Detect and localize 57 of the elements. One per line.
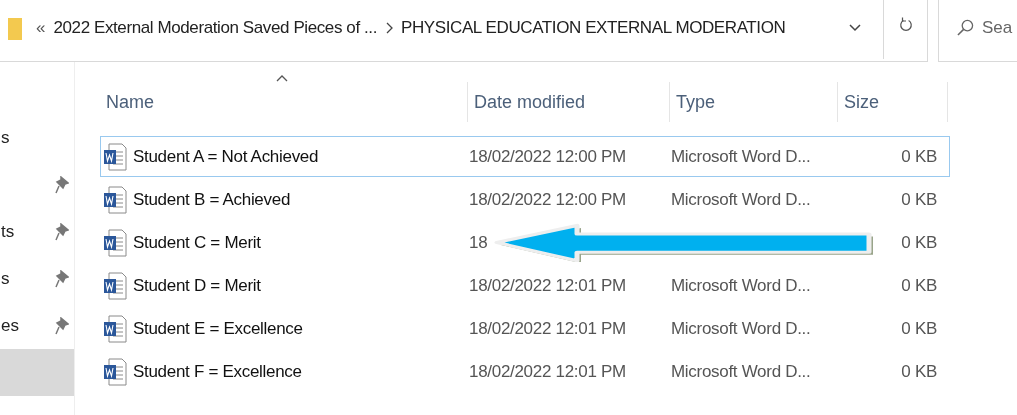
word-document-icon (103, 142, 127, 171)
file-row[interactable]: Student B = Achieved 18/02/2022 12:00 PM Microsoft Word D... 0 KB (100, 179, 950, 220)
chevron-right-icon (385, 21, 393, 34)
nav-item[interactable]: es (0, 302, 74, 349)
overflow-chevron[interactable]: « (36, 17, 46, 38)
file-size: 0 KB (901, 361, 937, 382)
nav-label: s (1, 268, 10, 289)
word-document-icon (103, 271, 127, 300)
breadcrumb[interactable]: PHYSICAL EDUCATION EXTERNAL MODERATION (401, 17, 786, 38)
address-bar[interactable]: « 2022 External Moderation Saved Pieces of ... PHYSICAL EDUCATION EXTERNAL MODERATION (0, 0, 928, 62)
file-name: Student F = Excellence (133, 361, 302, 382)
file-type: Microsoft Word D... (671, 146, 811, 167)
file-row[interactable]: Student C = Merit 18 0 KB (100, 222, 950, 263)
file-row[interactable]: Student D = Merit 18/02/2022 12:01 PM Microsoft Word D... 0 KB (100, 265, 950, 306)
file-size: 0 KB (901, 189, 937, 210)
date-modified: 18/02/2022 12:01 PM (469, 318, 626, 339)
file-name: Student B = Achieved (133, 189, 291, 210)
pin-icon[interactable] (55, 269, 69, 288)
file-size: 0 KB (901, 275, 937, 296)
dropdown-chevron-icon[interactable] (849, 23, 861, 32)
nav-label: s (1, 127, 10, 148)
folder-icon (8, 15, 22, 40)
word-document-icon (103, 228, 127, 257)
nav-item[interactable]: ts (0, 208, 74, 255)
file-size: 0 KB (901, 146, 937, 167)
nav-label: es (1, 315, 19, 336)
file-name: Student C = Merit (133, 232, 261, 253)
date-modified: 18 (469, 232, 488, 253)
search-icon (957, 19, 974, 36)
date-modified: 18/02/2022 12:01 PM (469, 361, 626, 382)
nav-label: ts (1, 221, 15, 242)
date-modified: 18/02/2022 12:01 PM (469, 275, 626, 296)
file-name: Student D = Merit (133, 275, 261, 296)
date-modified: 18/02/2022 12:00 PM (469, 189, 626, 210)
sort-caret-icon (276, 75, 288, 82)
file-row[interactable]: Student F = Excellence 18/02/2022 12:01 PM Microsoft Word D... 0 KB (100, 351, 950, 392)
file-row[interactable]: Student E = Excellence 18/02/2022 12:01 PM Microsoft Word D... 0 KB (100, 308, 950, 349)
nav-item[interactable]: s (0, 114, 74, 161)
breadcrumb[interactable]: 2022 External Moderation Saved Pieces of ... (53, 17, 377, 38)
file-size: 0 KB (901, 232, 937, 253)
word-document-icon (103, 314, 127, 343)
refresh-icon (898, 16, 913, 33)
file-type: Microsoft Word D... (671, 275, 811, 296)
file-type: Microsoft Word D... (671, 189, 811, 210)
pin-icon[interactable] (55, 175, 69, 194)
nav-item[interactable]: s (0, 255, 74, 302)
file-type: Microsoft Word D... (671, 361, 811, 382)
file-size: 0 KB (901, 318, 937, 339)
file-name: Student A = Not Achieved (133, 146, 319, 167)
file-row[interactable]: Student A = Not Achieved 18/02/2022 12:00 PM Microsoft Word D... 0 KB (100, 136, 950, 177)
file-name: Student E = Excellence (133, 318, 303, 339)
word-document-icon (103, 357, 127, 386)
file-type: Microsoft Word D... (671, 318, 811, 339)
pin-icon[interactable] (55, 222, 69, 241)
pin-icon[interactable] (55, 316, 69, 335)
date-modified: 18/02/2022 12:00 PM (469, 146, 626, 167)
word-document-icon (103, 185, 127, 214)
